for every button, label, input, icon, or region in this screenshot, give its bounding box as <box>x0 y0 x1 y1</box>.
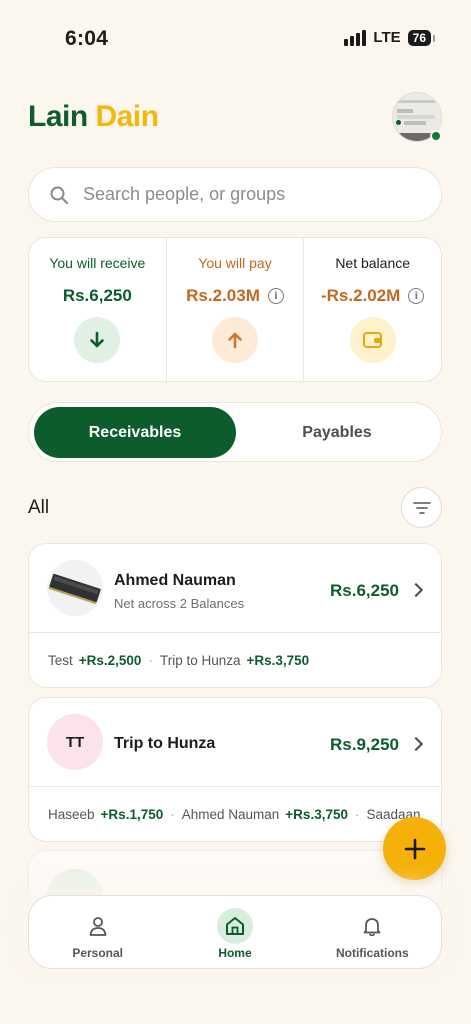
balance-summary: You will receive Rs.6,250 You will pay R… <box>28 237 442 382</box>
nav-label: Personal <box>72 946 124 960</box>
app-logo: Lain Dain <box>28 100 159 134</box>
receivables-payables-toggle: Receivables Payables <box>28 402 442 462</box>
nav-notifications[interactable]: Notifications <box>304 896 441 968</box>
group-name: Trip to Hunza <box>114 735 216 752</box>
person-icon <box>80 908 116 944</box>
home-icon <box>216 908 253 944</box>
contact-subtitle: Net across 2 Balances <box>114 596 245 611</box>
balance-breakdown: Haseeb +Rs.1,750 · Ahmed Nauman +Rs.3,750 … <box>48 806 421 822</box>
list-item[interactable]: TT Trip to Hunza Rs.9,250 Haseeb +Rs.1,75… <box>28 697 442 842</box>
status-time: 6:04 <box>65 27 109 50</box>
nav-label: Home <box>218 946 252 960</box>
breakdown-label: Ahmed Nauman <box>181 806 280 822</box>
search-icon <box>50 186 68 204</box>
breakdown-label: Test <box>48 652 73 668</box>
list-item[interactable]: Ahmed Nauman Net across 2 Balances Rs.6,… <box>28 543 442 688</box>
signal-icon <box>344 29 367 46</box>
filter-button[interactable] <box>401 487 442 528</box>
receive-label: You will receive <box>49 255 146 271</box>
search-input[interactable] <box>83 184 413 205</box>
breakdown-amount: +Rs.3,750 <box>246 652 310 668</box>
breakdown-amount: +Rs.2,500 <box>78 652 142 668</box>
net-value: -Rs.2.02M i <box>304 286 441 306</box>
nav-personal[interactable]: Personal <box>29 896 166 968</box>
chevron-right-icon <box>408 736 424 752</box>
tab-payables[interactable]: Payables <box>236 407 438 458</box>
bell-icon <box>354 908 390 944</box>
contact-name: Ahmed Nauman <box>114 572 236 589</box>
wallet-icon <box>349 317 396 363</box>
add-button[interactable] <box>383 817 446 880</box>
receive-value: Rs.6,250 <box>62 286 132 305</box>
info-icon[interactable]: i <box>408 288 425 304</box>
balance-breakdown: Test +Rs.2,500 · Trip to Hunza +Rs.3,750 <box>48 652 310 668</box>
pay-label: You will pay <box>198 255 272 271</box>
plus-icon <box>404 838 425 859</box>
net-label: Net balance <box>335 255 411 271</box>
battery-icon: 76 <box>407 29 436 46</box>
status-indicators: LTE 76 <box>344 29 436 46</box>
brand-word-2: Dain <box>95 100 160 133</box>
net-balance-summary[interactable]: Net balance -Rs.2.02M i <box>303 238 441 381</box>
network-type: LTE <box>373 29 401 46</box>
arrow-up-icon <box>212 317 258 363</box>
bottom-navigation: Personal Home Notifications <box>28 895 442 969</box>
avatar <box>47 560 103 616</box>
pay-summary[interactable]: You will pay Rs.2.03M i <box>165 238 304 381</box>
brand-word-1: Lain <box>28 100 88 133</box>
online-status-dot <box>430 130 442 142</box>
status-bar: 6:04 LTE 76 <box>0 0 471 76</box>
section-title: All <box>28 497 50 518</box>
filter-icon <box>412 501 431 514</box>
balance-amount: Rs.6,250 <box>330 581 399 600</box>
info-icon[interactable]: i <box>267 288 284 304</box>
nav-label: Notifications <box>335 946 409 960</box>
breakdown-amount: +Rs.1,750 <box>100 806 164 822</box>
breakdown-label: Haseeb <box>48 806 95 822</box>
pay-value: Rs.2.03M i <box>167 286 304 306</box>
arrow-down-icon <box>74 317 121 363</box>
nav-home[interactable]: Home <box>166 896 303 968</box>
breakdown-amount: +Rs.3,750 <box>285 806 348 822</box>
chevron-right-icon <box>408 582 424 598</box>
group-avatar: TT <box>47 714 103 770</box>
balance-amount: Rs.9,250 <box>330 735 399 754</box>
search-bar[interactable] <box>28 167 442 222</box>
tab-receivables[interactable]: Receivables <box>34 407 236 458</box>
receive-summary[interactable]: You will receive Rs.6,250 <box>29 238 166 381</box>
breakdown-label: Trip to Hunza <box>159 652 241 668</box>
